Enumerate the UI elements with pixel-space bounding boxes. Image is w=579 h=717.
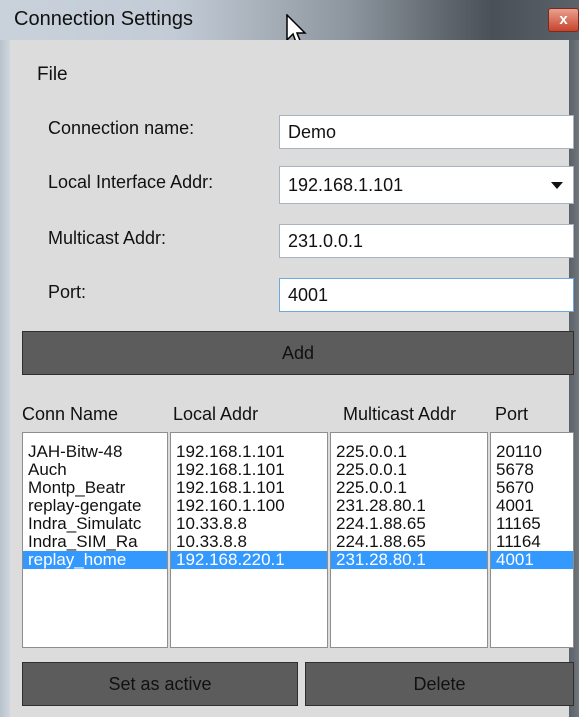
local-addr-cell[interactable]: 10.33.8.8 — [171, 515, 327, 533]
local-addr-cell[interactable]: 10.33.8.8 — [171, 533, 327, 551]
list-multicast-addr[interactable]: 225.0.0.1 225.0.0.1 225.0.0.1 231.28.80.1 22… — [330, 432, 488, 648]
port-cell[interactable]: 4001 — [491, 497, 573, 515]
port-cell[interactable]: 11164 — [491, 533, 573, 551]
connection-settings-window: Connection Settings x File Connection na… — [0, 0, 579, 717]
close-button[interactable]: x — [548, 8, 579, 32]
window-title: Connection Settings — [14, 8, 194, 30]
port-input[interactable]: 4001 — [279, 278, 574, 312]
local-addr-cell[interactable]: 192.168.1.101 — [171, 443, 327, 461]
list-local-addr[interactable]: 192.168.1.101 192.168.1.101 192.168.1.101 1… — [170, 432, 328, 648]
conn-name-cell[interactable]: Indra_SIM_Ra — [23, 533, 167, 551]
list-port[interactable]: 20110 5678 5670 4001 11165 11164 4001 — [490, 432, 574, 648]
local-addr-cell[interactable]: 192.160.1.100 — [171, 497, 327, 515]
title-bar[interactable]: Connection Settings x — [0, 0, 579, 47]
connection-name-label: Connection name: — [48, 118, 195, 138]
local-interface-label: Local Interface Addr: — [48, 172, 214, 192]
port-cell[interactable]: 11165 — [491, 515, 573, 533]
port-cell[interactable]: 5670 — [491, 479, 573, 497]
local-interface-select[interactable]: 192.168.1.101 — [279, 166, 574, 204]
port-cell[interactable]: 5678 — [491, 461, 573, 479]
multicast-addr-cell[interactable]: 225.0.0.1 — [331, 479, 487, 497]
conn-name-cell[interactable]: JAH-Bitw-48 — [23, 443, 167, 461]
multicast-addr-cell[interactable]: 225.0.0.1 — [331, 443, 487, 461]
header-local-addr[interactable]: Local Addr — [173, 404, 258, 425]
set-as-active-button[interactable]: Set as active — [22, 662, 298, 706]
port-cell[interactable]: 20110 — [491, 443, 573, 461]
port-cell[interactable]: 4001 — [491, 551, 573, 569]
list-conn-name[interactable]: JAH-Bitw-48 Auch Montp_Beatr replay-gengate… — [22, 432, 168, 648]
connection-name-input[interactable]: Demo — [279, 115, 574, 149]
conn-name-cell[interactable]: replay_home — [23, 551, 167, 569]
multicast-addr-cell[interactable]: 224.1.88.65 — [331, 515, 487, 533]
header-conn-name[interactable]: Conn Name — [22, 404, 118, 425]
connection-name-value: Demo — [288, 122, 337, 142]
local-interface-value: 192.168.1.101 — [288, 175, 404, 195]
port-label: Port: — [48, 282, 87, 302]
conn-name-cell[interactable]: Auch — [23, 461, 167, 479]
multicast-addr-cell[interactable]: 225.0.0.1 — [331, 461, 487, 479]
multicast-addr-input[interactable]: 231.0.0.1 — [279, 224, 574, 258]
menu-file[interactable]: File — [37, 64, 68, 86]
delete-button[interactable]: Delete — [305, 662, 574, 706]
header-port[interactable]: Port — [495, 404, 528, 425]
conn-name-cell[interactable]: Montp_Beatr — [23, 479, 167, 497]
multicast-addr-value: 231.0.0.1 — [288, 231, 364, 251]
window-frame-left — [0, 40, 10, 717]
port-value: 4001 — [288, 285, 329, 305]
local-addr-cell[interactable]: 192.168.220.1 — [171, 551, 327, 569]
conn-name-cell[interactable]: replay-gengate — [23, 497, 167, 515]
add-button[interactable]: Add — [22, 331, 574, 375]
local-addr-cell[interactable]: 192.168.1.101 — [171, 479, 327, 497]
multicast-addr-cell[interactable]: 231.28.80.1 — [331, 497, 487, 515]
multicast-addr-cell[interactable]: 231.28.80.1 — [331, 551, 487, 569]
header-multicast-addr[interactable]: Multicast Addr — [343, 404, 456, 425]
conn-name-cell[interactable]: Indra_Simulatc — [23, 515, 167, 533]
local-addr-cell[interactable]: 192.168.1.101 — [171, 461, 327, 479]
chevron-down-icon[interactable] — [551, 182, 563, 189]
multicast-addr-label: Multicast Addr: — [48, 228, 167, 248]
multicast-addr-cell[interactable]: 224.1.88.65 — [331, 533, 487, 551]
close-icon: x — [559, 11, 568, 28]
